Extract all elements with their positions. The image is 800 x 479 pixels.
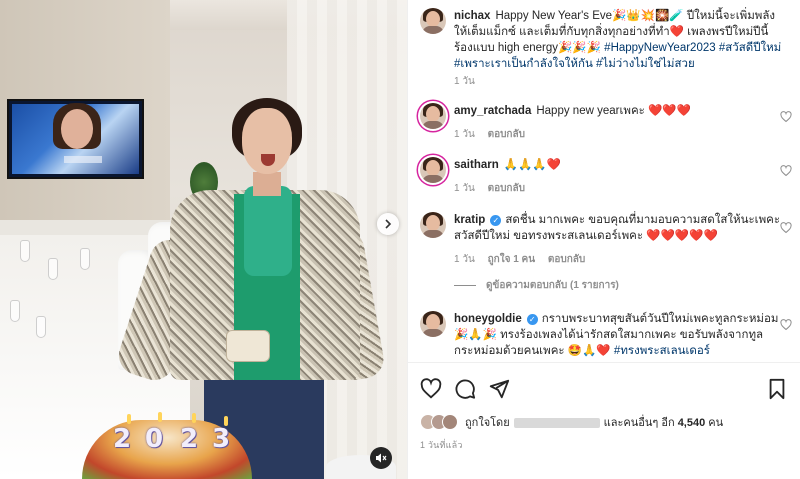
comment-time: 1 วัน (454, 129, 475, 140)
likes-count: 4,540 (677, 417, 706, 429)
comment-time: 1 วัน (454, 183, 475, 194)
post-media[interactable]: 2 0 2 3 (0, 0, 407, 479)
verified-badge-icon: ✓ (526, 314, 538, 325)
scarf (244, 186, 292, 276)
comment-body: สดชื่น มากเพคะ ขอบคุณที่มามอบความสดใสให้… (454, 214, 781, 242)
avatar-face (426, 160, 440, 176)
television (7, 99, 144, 179)
likes-summary: ถูกใจโดย และคนอื่นๆ อีก 4,540 คน (420, 412, 723, 432)
avatar-face (426, 314, 440, 330)
avatar-face (426, 11, 440, 27)
heart-icon[interactable] (780, 222, 792, 234)
candle (158, 412, 162, 422)
comment-meta: 1 วัน ตอบกลับ (454, 127, 535, 142)
neck (253, 172, 281, 196)
chevron-right-icon (385, 219, 392, 229)
avatar[interactable] (420, 311, 446, 337)
caption-time: 1 วัน (454, 76, 475, 87)
avatar-face (426, 106, 440, 122)
next-media-button[interactable] (377, 213, 399, 235)
comment-time: 1 วัน (454, 254, 475, 265)
comment-meta: 1 วัน ถูกใจ 1 คน ตอบกลับ (454, 252, 595, 267)
comment-text: kratip ✓ สดชื่น มากเพคะ ขอบคุณที่มามอบความ… (454, 212, 784, 244)
avatar-body (422, 26, 444, 34)
post-sidebar: nichax Happy New Year's Eve🎉👑💥🎇🧪 ปีใหม่นี… (407, 0, 800, 479)
cake-number: 2 (113, 424, 132, 454)
avatar[interactable] (420, 8, 446, 34)
cake-number: 3 (212, 424, 231, 454)
redacted-username (513, 418, 600, 429)
avatar-body (422, 329, 444, 337)
avatar[interactable] (420, 157, 446, 183)
wine-glass (80, 248, 90, 270)
wine-glass (20, 240, 30, 262)
avatar-body (422, 175, 444, 183)
comment-text: amy_ratchada Happy new yearเพคะ ❤️❤️❤️ (454, 103, 784, 119)
caption-meta: 1 วัน (454, 74, 485, 89)
speaker-muted-icon (376, 453, 387, 463)
username[interactable]: honeygoldie (454, 313, 522, 325)
avatar-body (422, 121, 444, 129)
cake-number: 0 (145, 424, 164, 454)
comment-text: honeygoldie ✓ กราบพระบาทสุขสันต์วันปีใหม่เ… (454, 311, 784, 359)
tv-person-face (61, 109, 93, 149)
wine-glass (36, 316, 46, 338)
heart-icon[interactable] (780, 319, 792, 331)
username[interactable]: kratip (454, 214, 485, 226)
likes-suffix: และคนอื่นๆ อีก (603, 417, 675, 429)
reply-button[interactable]: ตอบกลับ (548, 254, 585, 265)
heart-icon[interactable] (420, 378, 442, 400)
wine-glass (48, 258, 58, 280)
avatar-body (422, 230, 444, 238)
verified-badge-icon: ✓ (490, 215, 502, 226)
comment-icon[interactable] (454, 378, 476, 400)
wine-glass (10, 300, 20, 322)
candle (192, 413, 196, 423)
post-viewer: 2 0 2 3 nichax Happy New Year's Eve🎉👑💥🎇🧪… (0, 0, 800, 479)
username[interactable]: saitharn (454, 159, 499, 171)
caption-text: nichax Happy New Year's Eve🎉👑💥🎇🧪 ปีใหม่นี… (454, 8, 784, 72)
avatar[interactable] (420, 103, 446, 129)
username[interactable]: nichax (454, 10, 490, 22)
avatar[interactable] (420, 212, 446, 238)
handbag (226, 330, 270, 362)
paper-plane-icon[interactable] (488, 378, 510, 400)
liker-avatar[interactable] (442, 414, 458, 430)
tv-caption (64, 156, 102, 163)
comment-likes[interactable]: ถูกใจ 1 คน (488, 254, 536, 265)
likes-text[interactable]: ถูกใจโดย และคนอื่นๆ อีก 4,540 คน (465, 413, 723, 431)
post-actions: ถูกใจโดย และคนอื่นๆ อีก 4,540 คน 1 วันที่… (408, 362, 800, 479)
view-replies-label: ดูข้อความตอบกลับ (1 รายการ) (486, 280, 619, 291)
cake-number: 2 (180, 424, 199, 454)
hashtag[interactable]: #ทรงพระสเลนเดอร์ (614, 345, 710, 357)
bookmark-icon[interactable] (766, 378, 788, 400)
likes-unit: คน (708, 417, 724, 429)
comments-list: nichax Happy New Year's Eve🎉👑💥🎇🧪 ปีใหม่นี… (408, 0, 800, 362)
username[interactable]: amy_ratchada (454, 105, 531, 117)
reply-button[interactable]: ตอบกลับ (488, 183, 525, 194)
likes-prefix: ถูกใจโดย (465, 417, 510, 429)
divider (454, 284, 476, 286)
reply-button[interactable]: ตอบกลับ (488, 129, 525, 140)
comment-body: 🙏🙏🙏❤️ (503, 159, 562, 171)
comment-meta: 1 วัน ตอบกลับ (454, 181, 535, 196)
comment-text: saitharn 🙏🙏🙏❤️ (454, 157, 784, 173)
avatar-face (426, 215, 440, 231)
candle (127, 414, 131, 424)
heart-icon[interactable] (780, 165, 792, 177)
view-replies-button[interactable]: ดูข้อความตอบกลับ (1 รายการ) (454, 278, 619, 293)
heart-icon[interactable] (780, 111, 792, 123)
post-timestamp: 1 วันที่แล้ว (420, 440, 463, 450)
candle (224, 416, 228, 426)
mute-button[interactable] (370, 447, 392, 469)
comment-body: Happy new yearเพคะ ❤️❤️❤️ (536, 105, 691, 117)
